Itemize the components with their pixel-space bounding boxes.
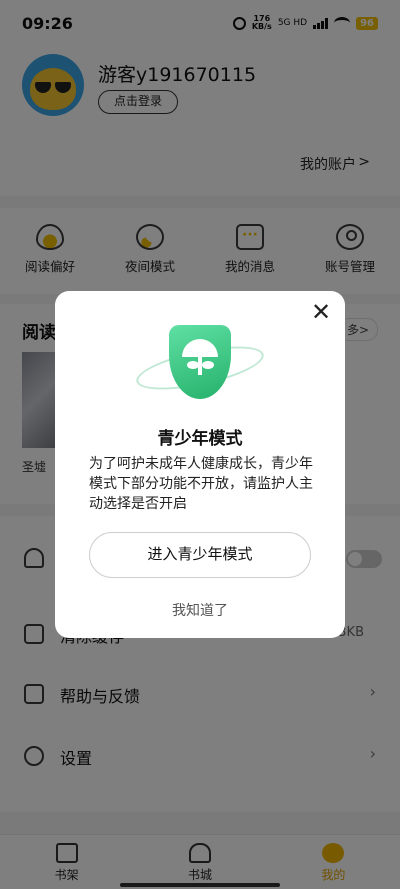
umbrella-shape <box>182 339 218 357</box>
shield-umbrella-icon <box>132 323 268 403</box>
dialog-title: 青少年模式 <box>157 429 243 449</box>
sprout-leaf <box>202 361 214 369</box>
sprout-leaf <box>187 361 199 369</box>
enter-teen-mode-button[interactable]: 进入青少年模式 <box>89 532 311 578</box>
dismiss-button[interactable]: 我知道了 <box>55 600 345 620</box>
teen-mode-dialog: ✕ 青少年模式 为了呵护未成年人健康成长，青少年模式下部分功能不开放，请监护人主… <box>55 291 345 638</box>
dialog-description: 为了呵护未成年人健康成长，青少年模式下部分功能不开放，请监护人主动选择是否开启 <box>89 456 313 512</box>
close-icon[interactable]: ✕ <box>311 300 331 324</box>
